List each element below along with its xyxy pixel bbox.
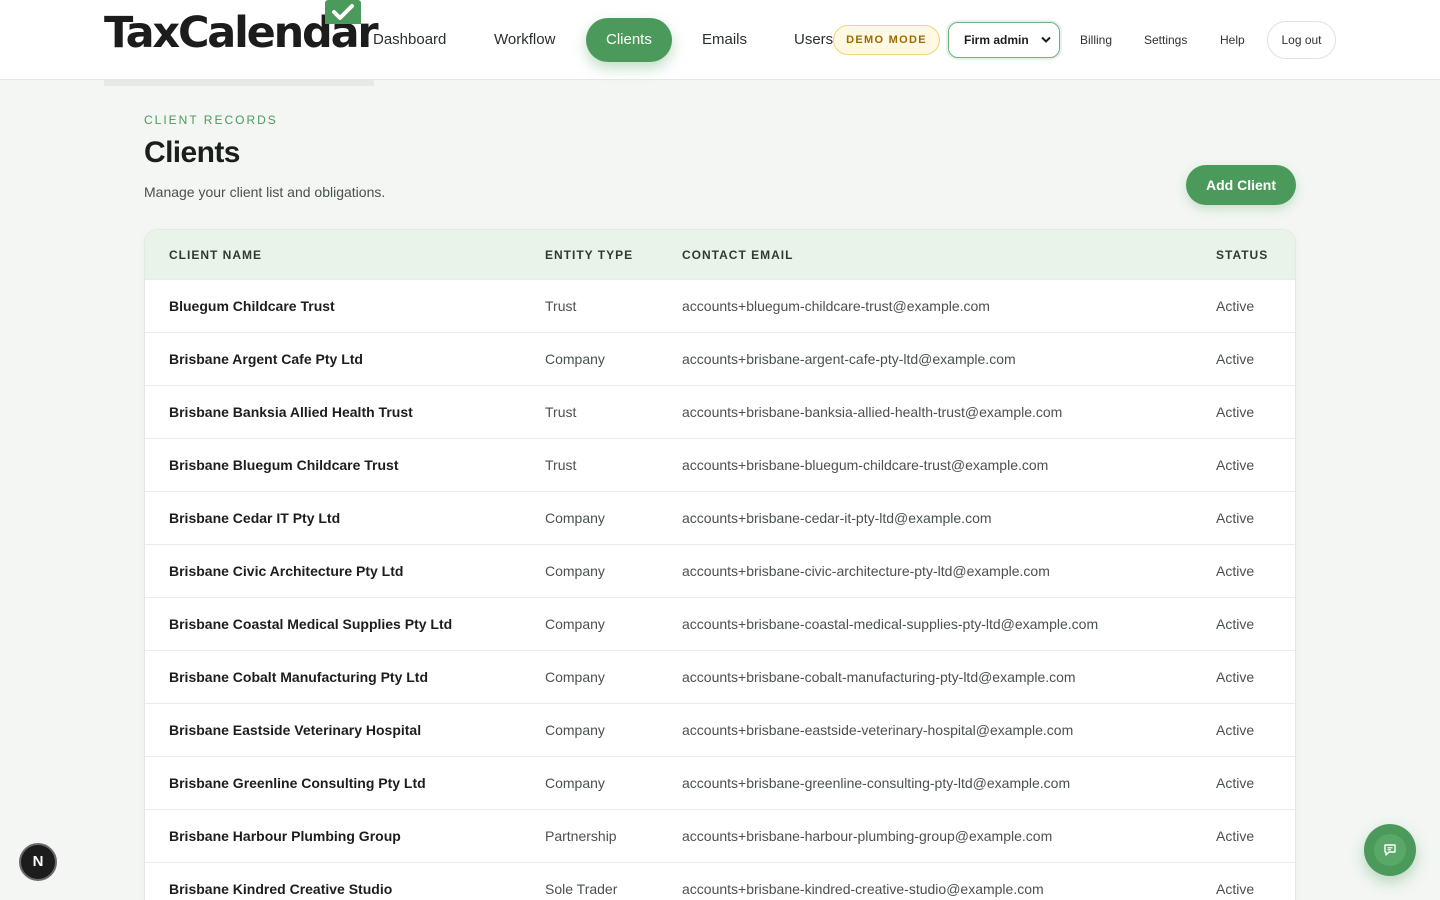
status-cell: Active: [1216, 510, 1255, 526]
contact-email-cell: accounts+brisbane-bluegum-childcare-trus…: [682, 457, 1049, 473]
table-header: CLIENT NAME ENTITY TYPE CONTACT EMAIL ST…: [145, 230, 1295, 279]
nav-clients[interactable]: Clients: [586, 18, 672, 62]
status-cell: Active: [1216, 351, 1255, 367]
chat-button-inner: [1374, 834, 1406, 866]
contact-email-cell: accounts+brisbane-cobalt-manufacturing-p…: [682, 669, 1076, 685]
status-cell: Active: [1216, 616, 1255, 632]
demo-mode-badge: DEMO MODE: [833, 25, 940, 55]
client-name-cell[interactable]: Brisbane Eastside Veterinary Hospital: [169, 722, 421, 738]
entity-type-cell: Company: [545, 775, 605, 791]
nav-emails[interactable]: Emails: [702, 18, 747, 62]
client-name-cell[interactable]: Brisbane Cedar IT Pty Ltd: [169, 510, 340, 526]
client-name-cell[interactable]: Brisbane Civic Architecture Pty Ltd: [169, 563, 403, 579]
status-cell: Active: [1216, 404, 1255, 420]
entity-type-cell: Company: [545, 510, 605, 526]
nav-dashboard[interactable]: Dashboard: [373, 18, 446, 62]
client-name-cell[interactable]: Bluegum Childcare Trust: [169, 298, 335, 314]
contact-email-cell: accounts+brisbane-coastal-medical-suppli…: [682, 616, 1099, 632]
status-cell: Active: [1216, 828, 1255, 844]
entity-type-cell: Trust: [545, 404, 577, 420]
entity-type-cell: Company: [545, 722, 605, 738]
status-cell: Active: [1216, 298, 1255, 314]
contact-email-cell: accounts+bluegum-childcare-trust@example…: [682, 298, 990, 314]
table-row[interactable]: Brisbane Civic Architecture Pty Ltd Compa…: [145, 544, 1295, 597]
table-row[interactable]: Brisbane Banksia Allied Health Trust Trus…: [145, 385, 1295, 438]
chevron-down-icon: [1041, 36, 1051, 43]
contact-email-cell: accounts+brisbane-civic-architecture-pty…: [682, 563, 1050, 579]
client-name-cell[interactable]: Brisbane Kindred Creative Studio: [169, 881, 392, 897]
table-row[interactable]: Brisbane Eastside Veterinary Hospital Com…: [145, 703, 1295, 756]
page-subtitle: Manage your client list and obligations.: [144, 184, 386, 200]
table-row[interactable]: Brisbane Cedar IT Pty Ltd Company accounts…: [145, 491, 1295, 544]
column-header-client-name[interactable]: CLIENT NAME: [169, 248, 262, 262]
role-select-value: Firm admin: [964, 33, 1029, 47]
logo-underline: [104, 80, 374, 86]
column-header-status[interactable]: STATUS: [1216, 248, 1268, 262]
add-client-button[interactable]: Add Client: [1186, 165, 1296, 205]
chat-button[interactable]: [1364, 824, 1416, 876]
contact-email-cell: accounts+brisbane-banksia-allied-health-…: [682, 404, 1063, 420]
column-header-entity-type[interactable]: ENTITY TYPE: [545, 248, 633, 262]
chat-icon: [1384, 844, 1396, 856]
status-cell: Active: [1216, 457, 1255, 473]
table-row[interactable]: Brisbane Cobalt Manufacturing Pty Ltd Com…: [145, 650, 1295, 703]
column-header-contact-email[interactable]: CONTACT EMAIL: [682, 248, 793, 262]
status-cell: Active: [1216, 722, 1255, 738]
entity-type-cell: Company: [545, 669, 605, 685]
table-row[interactable]: Brisbane Greenline Consulting Pty Ltd Com…: [145, 756, 1295, 809]
client-name-cell[interactable]: Brisbane Harbour Plumbing Group: [169, 828, 401, 844]
client-name-cell[interactable]: Brisbane Greenline Consulting Pty Ltd: [169, 775, 426, 791]
entity-type-cell: Company: [545, 563, 605, 579]
client-name-cell[interactable]: Brisbane Argent Cafe Pty Ltd: [169, 351, 363, 367]
entity-type-cell: Partnership: [545, 828, 617, 844]
nav-billing[interactable]: Billing: [1080, 30, 1112, 50]
status-cell: Active: [1216, 881, 1255, 897]
nav-help[interactable]: Help: [1220, 30, 1245, 50]
client-name-cell[interactable]: Brisbane Cobalt Manufacturing Pty Ltd: [169, 669, 428, 685]
calendar-check-icon: [325, 0, 361, 24]
top-navigation-bar: TaxCalendar Dashboard Workflow Clients E…: [0, 0, 1440, 80]
table-row[interactable]: Brisbane Harbour Plumbing Group Partnersh…: [145, 809, 1295, 862]
client-name-cell[interactable]: Brisbane Banksia Allied Health Trust: [169, 404, 413, 420]
nav-settings[interactable]: Settings: [1144, 30, 1187, 50]
contact-email-cell: accounts+brisbane-argent-cafe-pty-ltd@ex…: [682, 351, 1016, 367]
entity-type-cell: Company: [545, 351, 605, 367]
contact-email-cell: accounts+brisbane-eastside-veterinary-ho…: [682, 722, 1074, 738]
logout-button[interactable]: Log out: [1267, 21, 1336, 59]
entity-type-cell: Sole Trader: [545, 881, 618, 897]
contact-email-cell: accounts+brisbane-harbour-plumbing-group…: [682, 828, 1053, 844]
page-eyebrow: CLIENT RECORDS: [144, 113, 278, 127]
contact-email-cell: accounts+brisbane-kindred-creative-studi…: [682, 881, 1044, 897]
table-row[interactable]: Brisbane Coastal Medical Supplies Pty Lt…: [145, 597, 1295, 650]
status-cell: Active: [1216, 669, 1255, 685]
entity-type-cell: Trust: [545, 298, 577, 314]
clients-table: CLIENT NAME ENTITY TYPE CONTACT EMAIL ST…: [144, 229, 1296, 900]
nav-workflow[interactable]: Workflow: [494, 18, 555, 62]
status-cell: Active: [1216, 775, 1255, 791]
table-row[interactable]: Brisbane Argent Cafe Pty Ltd Company accou…: [145, 332, 1295, 385]
entity-type-cell: Trust: [545, 457, 577, 473]
entity-type-cell: Company: [545, 616, 605, 632]
contact-email-cell: accounts+brisbane-greenline-consulting-p…: [682, 775, 1071, 791]
table-row[interactable]: Bluegum Childcare Trust Trust accounts+blu…: [145, 279, 1295, 332]
status-cell: Active: [1216, 563, 1255, 579]
role-select[interactable]: Firm admin: [948, 22, 1060, 58]
client-name-cell[interactable]: Brisbane Bluegum Childcare Trust: [169, 457, 399, 473]
table-row[interactable]: Brisbane Kindred Creative Studio Sole Tra…: [145, 862, 1295, 900]
nav-users[interactable]: Users: [794, 18, 833, 62]
client-name-cell[interactable]: Brisbane Coastal Medical Supplies Pty Lt…: [169, 616, 452, 632]
table-row[interactable]: Brisbane Bluegum Childcare Trust Trust acc…: [145, 438, 1295, 491]
dev-tools-badge[interactable]: N: [19, 843, 57, 881]
contact-email-cell: accounts+brisbane-cedar-it-pty-ltd@examp…: [682, 510, 992, 526]
page-title: Clients: [144, 136, 240, 169]
